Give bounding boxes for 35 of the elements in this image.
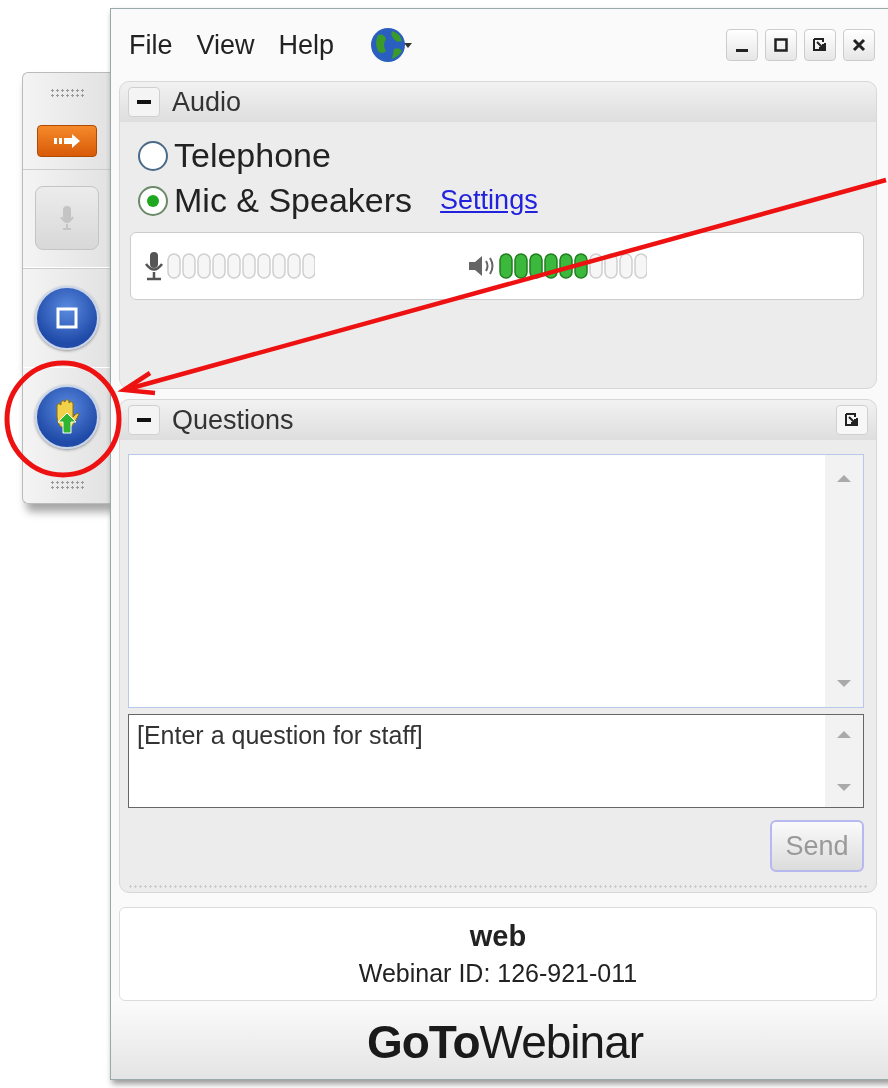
minimize-button[interactable] [726,29,758,61]
radio-label[interactable]: Telephone [174,136,331,175]
close-button[interactable] [843,29,875,61]
settings-link[interactable]: Settings [440,185,538,216]
menu-item[interactable]: Help [268,29,345,61]
screen-button[interactable] [34,285,99,350]
undock-icon [845,413,859,427]
grip-handle[interactable] [49,88,84,98]
minimize-icon [736,48,748,52]
grip-handle[interactable] [49,480,84,490]
panel-title: Questions [172,404,294,436]
maximize-icon [774,38,788,52]
globe-icon [370,25,413,65]
brand-logo: GoToWebinar [366,1015,644,1069]
arrow-icon [51,132,82,149]
minus-icon [137,418,151,422]
menu-item[interactable]: File [119,29,183,61]
close-icon [852,38,866,52]
session-name: web [469,920,527,953]
radio-button[interactable] [138,185,168,216]
undock-icon [813,38,827,52]
radio-label[interactable]: Mic & Speakers [174,181,413,220]
square-icon [54,305,79,330]
microphone-icon [58,205,75,232]
panel-title: Audio [172,86,242,118]
menu-item[interactable]: View [186,29,265,61]
undock-button[interactable] [804,29,836,61]
microphone-icon [143,251,165,281]
maximize-button[interactable] [765,29,797,61]
minus-icon [137,100,151,104]
raise-hand-button[interactable] [34,385,99,450]
undock-button[interactable] [836,405,868,435]
webinar-id: Webinar ID: 126-921-011 [358,959,638,988]
language-menu[interactable] [370,25,413,65]
radio-button[interactable] [138,140,168,171]
